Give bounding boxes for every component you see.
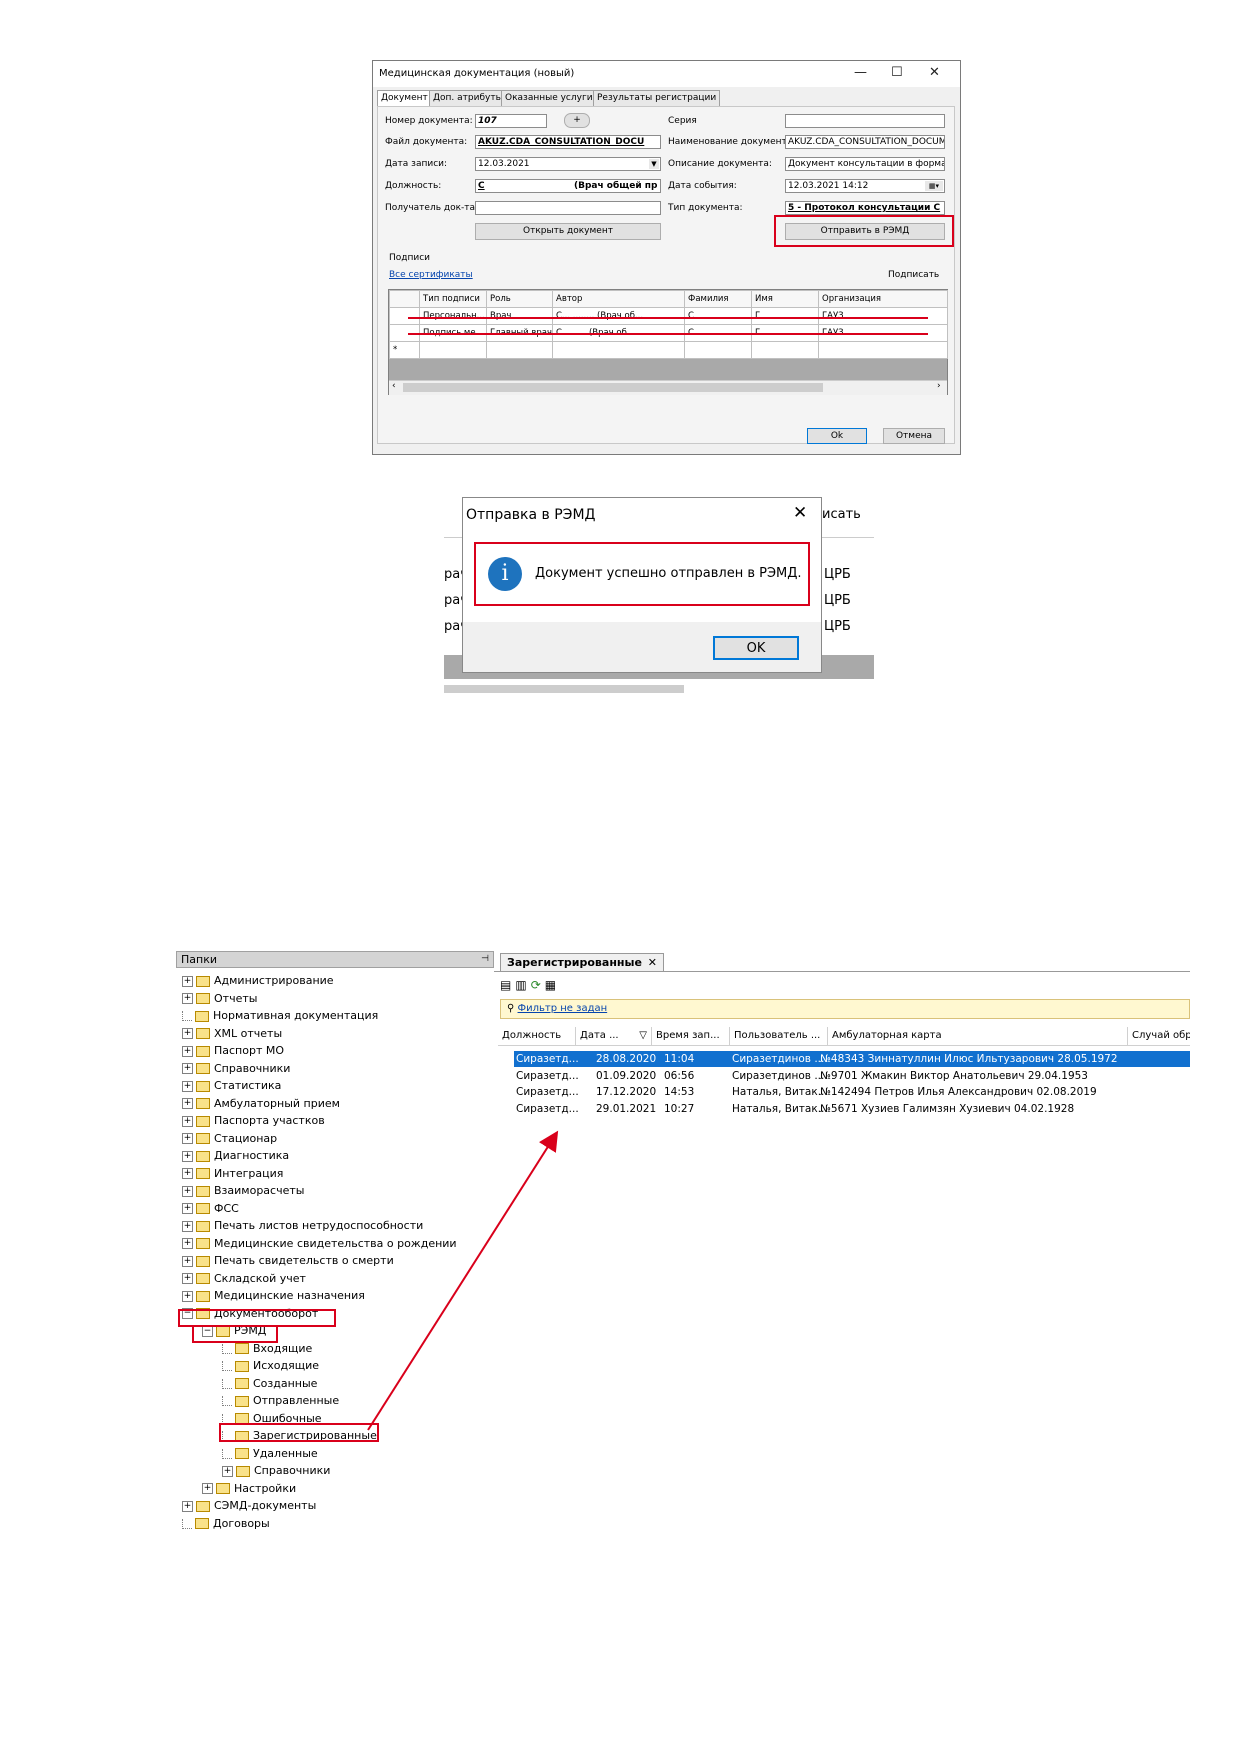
annotation-arrow (367, 1130, 559, 1431)
arrow-line (367, 1130, 559, 1431)
